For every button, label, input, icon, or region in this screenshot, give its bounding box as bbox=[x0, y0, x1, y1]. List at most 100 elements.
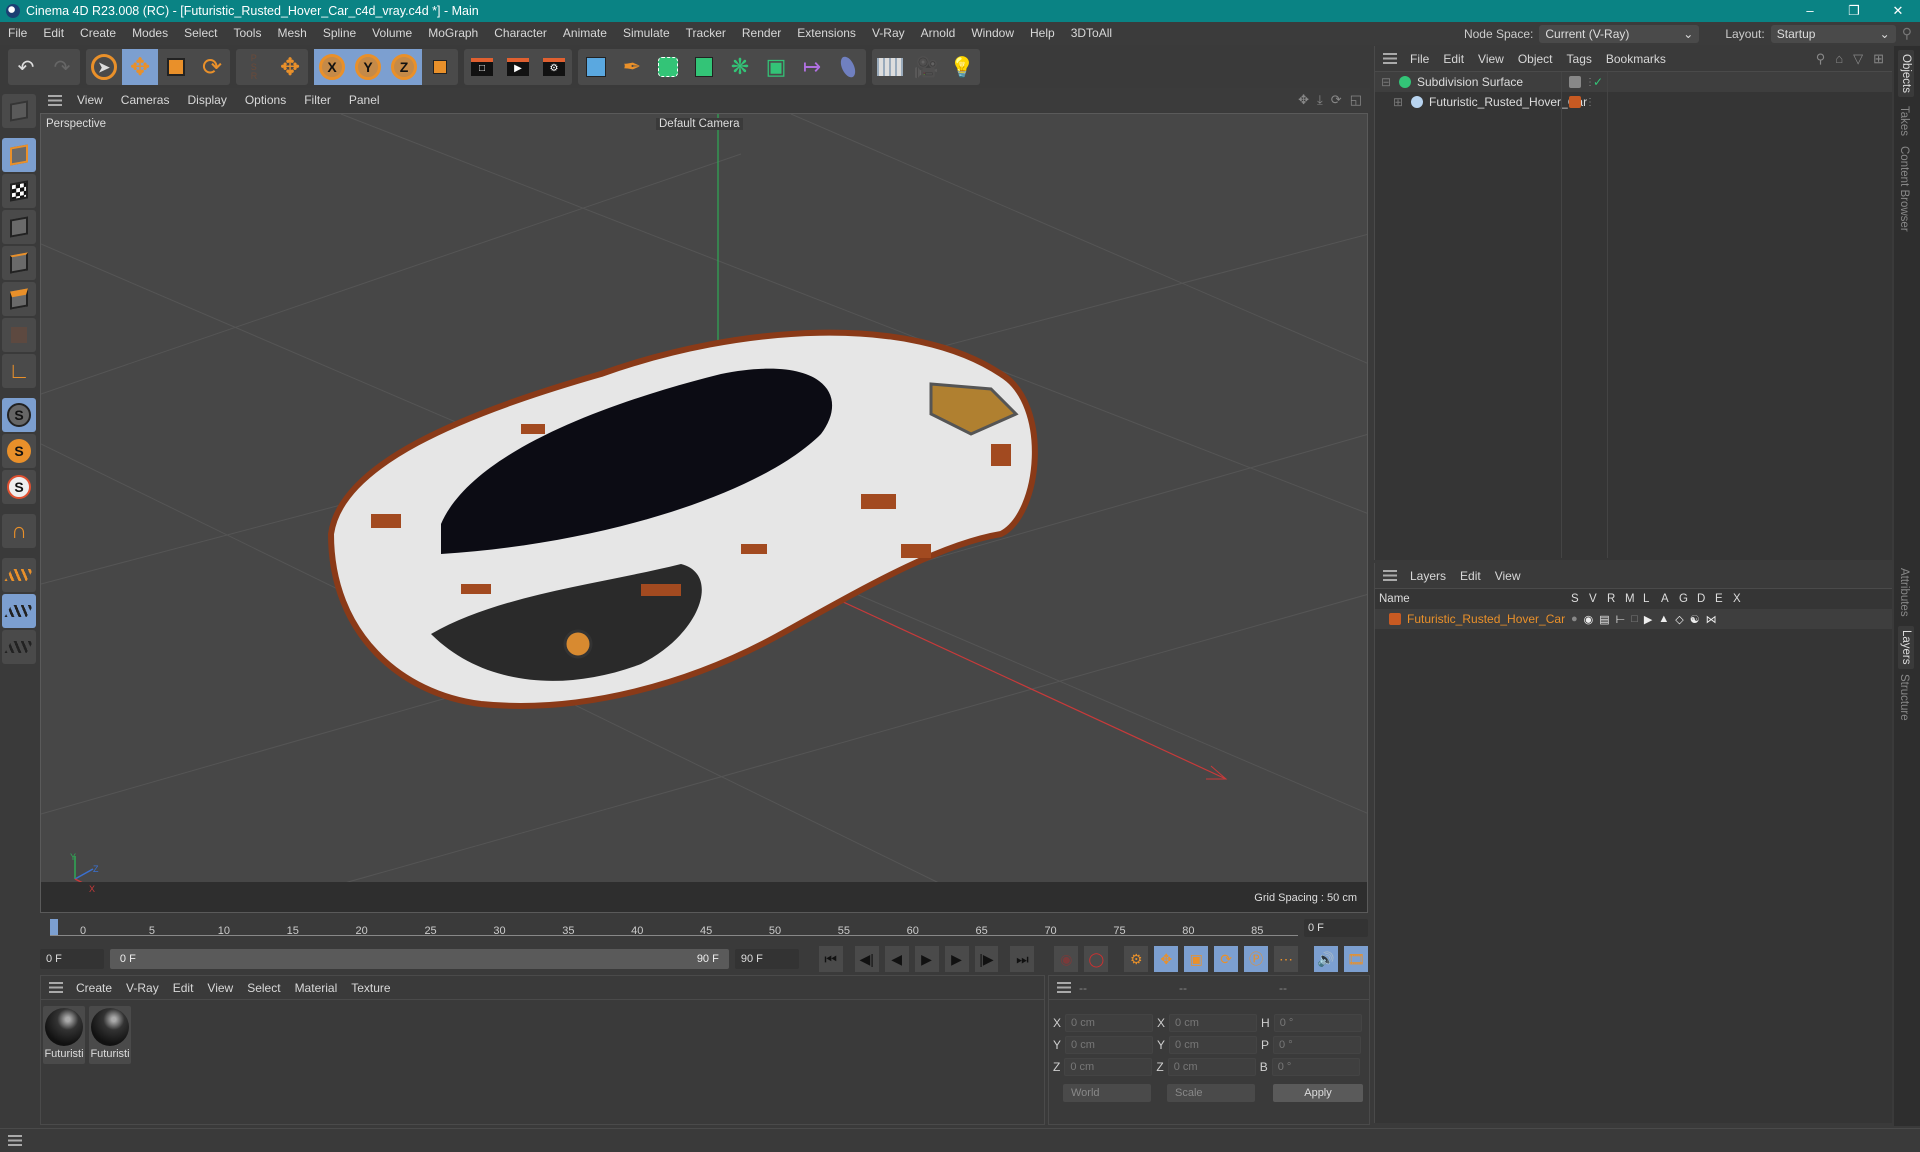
generator-icon[interactable]: ▲ bbox=[1658, 613, 1669, 626]
material-menu-edit[interactable]: Edit bbox=[166, 981, 201, 995]
new-window-icon[interactable]: ⊞ bbox=[1873, 51, 1884, 67]
x-axis-icon[interactable]: X bbox=[314, 49, 350, 85]
menu-edit[interactable]: Edit bbox=[35, 22, 72, 45]
hamburger-menu-icon[interactable] bbox=[1383, 53, 1397, 64]
key-pla-icon[interactable]: ⋯ bbox=[1274, 946, 1299, 972]
material-menu-view[interactable]: View bbox=[200, 981, 240, 995]
menu-animate[interactable]: Animate bbox=[555, 22, 615, 45]
render-picture-viewer-icon[interactable]: ▶ bbox=[500, 49, 536, 85]
menu-extensions[interactable]: Extensions bbox=[789, 22, 864, 45]
soft-selection-icon[interactable]: S bbox=[2, 470, 36, 504]
filter-icon[interactable]: ▽ bbox=[1853, 51, 1863, 67]
orbit-view-icon[interactable]: ⟳ bbox=[1331, 92, 1342, 108]
material-menu-select[interactable]: Select bbox=[240, 981, 287, 995]
move-icon[interactable]: ✥ bbox=[122, 49, 158, 85]
objects-menu-file[interactable]: File bbox=[1403, 52, 1436, 66]
locked-workplane-icon[interactable] bbox=[2, 594, 36, 628]
hamburger-menu-icon[interactable] bbox=[8, 1135, 22, 1146]
solo-dot-icon[interactable]: ● bbox=[1571, 613, 1578, 626]
objects-menu-object[interactable]: Object bbox=[1511, 52, 1560, 66]
previous-frame-icon[interactable]: ◀ bbox=[884, 946, 909, 972]
mograph-cloner-icon[interactable]: ❋ bbox=[722, 49, 758, 85]
menu-character[interactable]: Character bbox=[486, 22, 555, 45]
axis-mode-icon[interactable]: ∟ bbox=[2, 354, 36, 388]
coordinate-mode-select[interactable]: World bbox=[1063, 1084, 1151, 1102]
sound-icon[interactable]: 🔊 bbox=[1314, 946, 1338, 972]
node-space-select[interactable]: Current (V-Ray) ⌄ bbox=[1539, 24, 1700, 43]
collapse-icon[interactable]: ⊟ bbox=[1381, 75, 1395, 89]
end-frame-field[interactable]: 90 F bbox=[734, 949, 799, 969]
position-y-field[interactable]: 0 cm bbox=[1065, 1036, 1154, 1054]
column-render[interactable]: R bbox=[1607, 593, 1615, 605]
start-frame-field[interactable]: 0 F bbox=[40, 949, 104, 969]
menu-volume[interactable]: Volume bbox=[364, 22, 420, 45]
viewport-menu-display[interactable]: Display bbox=[178, 93, 235, 107]
objects-menu-edit[interactable]: Edit bbox=[1436, 52, 1471, 66]
undo-icon[interactable]: ↶ bbox=[8, 49, 44, 85]
size-z-field[interactable]: 0 cm bbox=[1167, 1058, 1256, 1076]
eye-icon[interactable]: ◉ bbox=[1584, 613, 1594, 626]
render-view-icon[interactable]: □ bbox=[464, 49, 500, 85]
light-icon[interactable]: 💡 bbox=[944, 49, 980, 85]
layer-color-swatch[interactable] bbox=[1569, 96, 1581, 108]
current-frame-field[interactable]: 0 F bbox=[1304, 919, 1368, 937]
objects-menu-tags[interactable]: Tags bbox=[1560, 52, 1599, 66]
apply-button[interactable]: Apply bbox=[1273, 1084, 1363, 1102]
z-axis-icon[interactable]: Z bbox=[386, 49, 422, 85]
play-icon[interactable]: ▶ bbox=[914, 946, 939, 972]
menu-mesh[interactable]: Mesh bbox=[269, 22, 314, 45]
layer-color-swatch[interactable] bbox=[1389, 613, 1401, 625]
keyframe-settings-icon[interactable]: ⚙ bbox=[1124, 946, 1149, 972]
menu-file[interactable]: File bbox=[0, 22, 35, 45]
editor-toggle[interactable] bbox=[1569, 76, 1581, 88]
menu-create[interactable]: Create bbox=[72, 22, 124, 45]
menu-render[interactable]: Render bbox=[734, 22, 789, 45]
hierarchy-icon[interactable]: ⊢ bbox=[1616, 613, 1626, 626]
render-clapper-icon[interactable]: ▤ bbox=[1599, 613, 1609, 626]
hamburger-menu-icon[interactable] bbox=[1383, 570, 1397, 581]
key-position-icon[interactable]: ✥ bbox=[1154, 946, 1179, 972]
menu-spline[interactable]: Spline bbox=[315, 22, 364, 45]
subdivision-icon[interactable] bbox=[650, 49, 686, 85]
menu-tools[interactable]: Tools bbox=[225, 22, 269, 45]
previous-key-icon[interactable]: ◀| bbox=[854, 946, 879, 972]
object-row-hover-car[interactable]: ⊞ Futuristic_Rusted_Hover_Car ⋮ bbox=[1375, 92, 1892, 112]
menu-window[interactable]: Window bbox=[963, 22, 1022, 45]
rotation-b-field[interactable]: 0 ° bbox=[1271, 1058, 1360, 1076]
search-icon[interactable]: ⚲ bbox=[1816, 51, 1826, 67]
deformer-icon[interactable]: ◇ bbox=[1675, 613, 1683, 626]
column-xrefs[interactable]: X bbox=[1733, 593, 1741, 605]
layer-row[interactable]: Futuristic_Rusted_Hover_Car ● ◉ ▤ ⊢ □ ▶ … bbox=[1375, 609, 1892, 629]
size-y-field[interactable]: 0 cm bbox=[1169, 1036, 1258, 1054]
floor-icon[interactable] bbox=[872, 49, 908, 85]
hover-car-model[interactable] bbox=[327, 329, 1038, 709]
viewport-menu-options[interactable]: Options bbox=[236, 93, 295, 107]
material-item[interactable]: Futuristi bbox=[43, 1006, 85, 1064]
workplane-align-icon[interactable] bbox=[2, 630, 36, 664]
layers-menu-layers[interactable]: Layers bbox=[1403, 569, 1453, 583]
viewport-menu-view[interactable]: View bbox=[68, 93, 112, 107]
texture-mode-icon[interactable] bbox=[2, 174, 36, 208]
select-icon[interactable]: ➤ bbox=[86, 49, 122, 85]
key-scale-icon[interactable]: ▣ bbox=[1184, 946, 1209, 972]
model-mode-icon[interactable] bbox=[2, 138, 36, 172]
layers-menu-view[interactable]: View bbox=[1488, 569, 1528, 583]
playhead[interactable] bbox=[50, 919, 58, 935]
object-row-subdivision-surface[interactable]: ⊟ Subdivision Surface ⋮ ✓ bbox=[1375, 72, 1892, 92]
autokey-icon[interactable]: ◯ bbox=[1084, 946, 1109, 972]
search-icon[interactable]: ⚲ bbox=[1902, 25, 1912, 42]
redo-icon[interactable]: ↷ bbox=[44, 49, 80, 85]
scale-icon[interactable] bbox=[158, 49, 194, 85]
column-view[interactable]: V bbox=[1589, 593, 1597, 605]
timeline-ruler[interactable]: 051015202530354045505560657075808590 0 F bbox=[40, 913, 1368, 941]
restore-button[interactable]: ❐ bbox=[1832, 0, 1876, 22]
expression-icon[interactable]: ☯ bbox=[1690, 613, 1700, 626]
objects-menu-view[interactable]: View bbox=[1471, 52, 1511, 66]
menu-modes[interactable]: Modes bbox=[124, 22, 176, 45]
3d-viewport[interactable]: Perspective Default Camera Y Z X Grid Sp… bbox=[40, 113, 1368, 913]
cube-icon[interactable] bbox=[578, 49, 614, 85]
menu-vray[interactable]: V-Ray bbox=[864, 22, 913, 45]
material-menu-create[interactable]: Create bbox=[69, 981, 119, 995]
symmetry-icon[interactable]: ↦ bbox=[794, 49, 830, 85]
size-x-field[interactable]: 0 cm bbox=[1169, 1014, 1258, 1032]
